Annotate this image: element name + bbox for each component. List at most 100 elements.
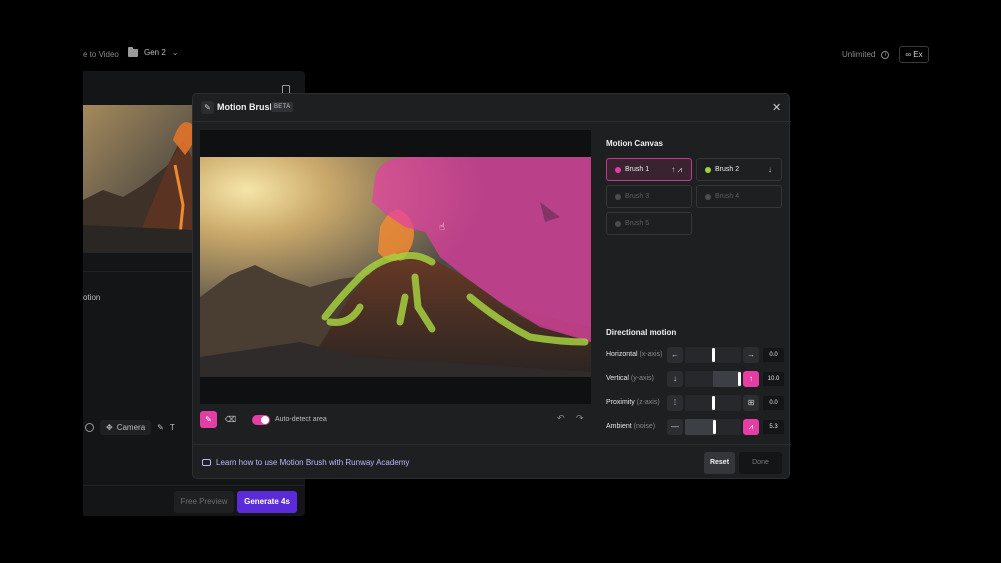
text-tool[interactable]: T — [170, 423, 175, 432]
motion-slider[interactable] — [685, 371, 741, 387]
hand-cursor-icon: ☝ — [439, 222, 446, 233]
modal-footer: Learn how to use Motion Brush with Runwa… — [193, 444, 791, 480]
reset-button[interactable]: Reset — [704, 452, 735, 474]
slider-thumb[interactable] — [711, 396, 715, 410]
motion-axis-name: Vertical — [606, 375, 629, 382]
canvas-image[interactable] — [200, 157, 591, 377]
increase-icon[interactable]: ⊞ — [743, 395, 759, 411]
decrease-icon[interactable]: ⁞ — [667, 395, 683, 411]
motion-value-field[interactable]: 5.3 — [763, 420, 784, 434]
academy-link-label: Learn how to use Motion Brush with Runwa… — [216, 458, 410, 467]
link-icon: ∞ — [905, 50, 912, 59]
increase-icon[interactable]: → — [743, 347, 759, 363]
breadcrumb-gen2[interactable]: Gen 2 ⌄ — [128, 46, 179, 57]
brush-color-dot — [615, 221, 621, 227]
beta-badge: BETA — [271, 102, 294, 112]
generate-button[interactable]: Generate 4s — [237, 491, 297, 513]
motion-axis-name: Ambient — [606, 423, 632, 430]
increase-icon[interactable]: ↑ — [743, 371, 759, 387]
auto-detect-label: Auto-detect area — [275, 416, 327, 423]
motion-axis-hint: (noise) — [633, 423, 656, 430]
brush-color-dot — [705, 167, 711, 173]
motion-axis-hint: (y-axis) — [630, 375, 654, 382]
increase-icon[interactable]: ⩘ — [743, 419, 759, 435]
breadcrumb-project[interactable]: e to Video — [83, 50, 119, 59]
motion-canvas-title: Motion Canvas — [606, 139, 663, 148]
brush-icon: ✎ — [157, 422, 164, 432]
text-icon: T — [169, 422, 175, 432]
chevron-down-icon: ⌄ — [171, 48, 179, 57]
camera-icon: ✥ — [106, 422, 113, 432]
top-bar: e to Video Gen 2 ⌄ Unlimited i ∞ Ex — [0, 0, 1001, 74]
motion-axis-name: Horizontal — [606, 351, 638, 358]
brush-canvas[interactable] — [200, 130, 591, 404]
camera-button[interactable]: ✥ Camera — [100, 419, 152, 435]
motion-axis-hint: (x-axis) — [639, 351, 663, 358]
settings-icon — [85, 422, 94, 432]
modal-title: Motion Brush — [217, 102, 275, 112]
brush-direction-icon: ↑ ⩘ — [671, 165, 682, 174]
divider — [83, 485, 305, 486]
academy-link[interactable]: Learn how to use Motion Brush with Runwa… — [202, 458, 409, 467]
brush-label: Brush 1 — [625, 166, 650, 173]
brush-4-button[interactable]: Brush 4 — [696, 185, 782, 208]
brush-label: Brush 4 — [715, 193, 740, 200]
free-preview-button[interactable]: Free Preview — [174, 491, 234, 513]
motion-text-label: otion — [83, 293, 101, 302]
motion-row-horizontal: Horizontal (x-axis) ← → 0.0 — [606, 347, 784, 363]
motion-row-ambient: Ambient (noise) — ⩘ 5.3 — [606, 419, 784, 435]
motion-brush-modal: ✎ Motion Brush BETA ✕ ☝ ✎ ⌫ Auto-detect … — [192, 93, 791, 480]
motion-row-vertical: Vertical (y-axis) ↓ ↑ 10.0 — [606, 371, 784, 387]
volcano-image — [200, 157, 591, 377]
undo-icon[interactable]: ↶ — [557, 413, 565, 424]
plan-label: Unlimited — [842, 50, 876, 59]
modal-header: ✎ Motion Brush BETA ✕ — [193, 94, 791, 122]
redo-icon[interactable]: ↷ — [576, 413, 584, 424]
motion-row-label: Vertical (y-axis) — [606, 375, 654, 382]
brush-toolbar: ✎ ⌫ Auto-detect area ↶ ↷ — [200, 411, 591, 429]
brush-3-button[interactable]: Brush 3 — [606, 185, 692, 208]
motion-row-label: Horizontal (x-axis) — [606, 351, 662, 358]
close-icon[interactable]: ✕ — [772, 101, 781, 114]
decrease-icon[interactable]: ↓ — [667, 371, 683, 387]
motion-axis-hint: (z-axis) — [636, 399, 660, 406]
info-icon[interactable]: i — [881, 50, 890, 59]
settings-tool[interactable] — [85, 422, 94, 432]
brush-2-button[interactable]: Brush 2 ↓ — [696, 158, 782, 181]
brush-color-dot — [705, 194, 711, 200]
decrease-icon[interactable]: ← — [667, 347, 683, 363]
motion-value-field[interactable]: 0.0 — [763, 348, 784, 362]
brush-label: Brush 5 — [625, 220, 650, 227]
motion-value-field[interactable]: 0.0 — [763, 396, 784, 410]
motion-slider[interactable] — [685, 395, 741, 411]
camera-button-label: Camera — [116, 422, 146, 432]
export-button[interactable]: ∞ Ex — [899, 46, 929, 63]
breadcrumb-gen2-label: Gen 2 — [144, 48, 166, 57]
slider-thumb[interactable] — [713, 420, 717, 434]
brush-5-button[interactable]: Brush 5 — [606, 212, 692, 235]
motion-slider[interactable] — [685, 347, 741, 363]
done-button[interactable]: Done — [739, 452, 782, 474]
motion-value-field[interactable]: 10.0 — [763, 372, 784, 386]
slider-fill — [685, 419, 715, 435]
motion-row-label: Ambient (noise) — [606, 423, 655, 430]
eraser-tool-icon[interactable]: ⌫ — [222, 411, 239, 428]
brush-direction-icon: ↓ — [768, 165, 772, 174]
motion-slider[interactable] — [685, 419, 741, 435]
directional-motion-title: Directional motion — [606, 328, 677, 337]
brush-tool-icon[interactable]: ✎ — [200, 411, 217, 428]
motion-row-label: Proximity (z-axis) — [606, 399, 660, 406]
slider-thumb[interactable] — [711, 348, 715, 362]
brush-1-button[interactable]: Brush 1 ↑ ⩘ — [606, 158, 692, 181]
brush-icon: ✎ — [201, 101, 214, 114]
brush-label: Brush 2 — [715, 166, 740, 173]
auto-detect-toggle[interactable] — [252, 415, 270, 425]
decrease-icon[interactable]: — — [667, 419, 683, 435]
motion-row-proximity: Proximity (z-axis) ⁞ ⊞ 0.0 — [606, 395, 784, 411]
folder-icon — [128, 46, 138, 57]
motion-brush-tool[interactable]: ✎ — [157, 423, 164, 432]
slider-thumb[interactable] — [738, 372, 741, 386]
motion-axis-name: Proximity — [606, 399, 635, 406]
brush-color-dot — [615, 194, 621, 200]
export-label: Ex — [913, 50, 923, 59]
